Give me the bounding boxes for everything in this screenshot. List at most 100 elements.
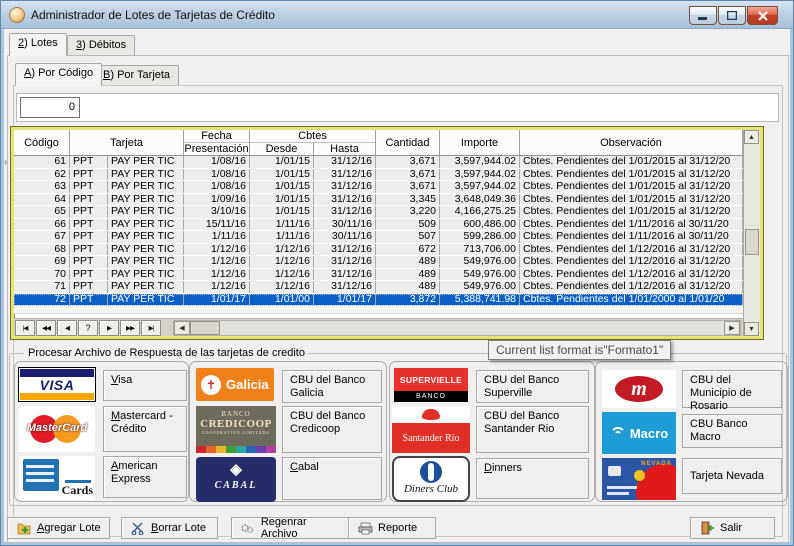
cell-tarjeta: PAY PER TIC bbox=[108, 256, 184, 268]
mastercard-logo: MasterCard bbox=[19, 406, 95, 452]
scroll-right-icon[interactable]: ▶ bbox=[724, 321, 740, 335]
tab-lotes[interactable]: 2) Lotes bbox=[9, 33, 67, 56]
borrar-lote-button[interactable]: Borrar Lote bbox=[121, 517, 218, 539]
tarjeta-nevada-button[interactable]: Tarjeta Nevada bbox=[682, 458, 782, 494]
table-row[interactable]: 68PPTPAY PER TIC1/12/161/12/1631/12/1667… bbox=[14, 244, 743, 257]
cell-fecha: 1/08/16 bbox=[184, 169, 250, 181]
cell-observacion: Cbtes. Pendientes del 1/01/2015 al 31/12… bbox=[520, 194, 743, 206]
cell-cantidad: 672 bbox=[376, 244, 440, 256]
tab-debitos[interactable]: 3) Débitos bbox=[67, 35, 135, 56]
header-desde[interactable]: Desde bbox=[250, 143, 314, 155]
minimize-button[interactable] bbox=[689, 6, 717, 25]
nav-first-button[interactable]: |◀ bbox=[15, 320, 35, 336]
header-tarjeta[interactable]: Tarjeta bbox=[70, 130, 184, 155]
scroll-up-icon[interactable]: ▲ bbox=[744, 130, 759, 144]
scroll-down-icon[interactable]: ▼ bbox=[744, 322, 759, 336]
header-fecha-presentacion[interactable]: Fecha Presentación bbox=[184, 130, 250, 155]
nav-search-button[interactable]: ? bbox=[78, 320, 98, 336]
maximize-button[interactable] bbox=[718, 6, 746, 25]
cell-sigla: PPT bbox=[70, 269, 108, 281]
cell-observacion: Cbtes. Pendientes del 1/01/2015 al 31/12… bbox=[520, 206, 743, 218]
header-importe[interactable]: Importe bbox=[440, 130, 520, 155]
cbu-credicoop-button[interactable]: CBU del Banco Credicoop bbox=[282, 406, 382, 453]
american-express-button[interactable]: American Express bbox=[103, 456, 187, 498]
salir-button[interactable]: Salir bbox=[690, 517, 775, 539]
cell-tarjeta: PAY PER TIC bbox=[108, 206, 184, 218]
cbu-superville-button[interactable]: CBU del Banco Superville bbox=[476, 370, 589, 403]
table-row[interactable]: 63PPTPAY PER TIC1/08/161/01/1531/12/163,… bbox=[14, 181, 743, 194]
cell-fecha: 1/09/16 bbox=[184, 194, 250, 206]
agregar-lote-button[interactable]: Agregar Lote bbox=[7, 517, 110, 539]
cell-sigla: PPT bbox=[70, 194, 108, 206]
cbu-galicia-button[interactable]: CBU del Banco Galicia bbox=[282, 370, 382, 403]
vertical-scroll-thumb[interactable] bbox=[745, 229, 759, 255]
cell-desde: 1/12/16 bbox=[250, 244, 314, 256]
table-row-selected[interactable]: 72PPTPAY PER TIC1/01/171/01/001/01/173,8… bbox=[14, 294, 743, 307]
visa-button[interactable]: Visa bbox=[103, 370, 187, 401]
header-cbtes[interactable]: Cbtes Desde Hasta bbox=[250, 130, 376, 155]
nav-fast-prev-button[interactable]: ◀◀ bbox=[36, 320, 56, 336]
cell-desde: 1/01/15 bbox=[250, 169, 314, 181]
cell-importe: 713,706.00 bbox=[440, 244, 520, 256]
cell-sigla: PPT bbox=[70, 281, 108, 293]
vertical-scroll-track[interactable] bbox=[744, 144, 760, 322]
table-row[interactable]: 64PPTPAY PER TIC1/09/161/01/1531/12/163,… bbox=[14, 194, 743, 207]
tab-por-codigo-label: ) Por Código bbox=[31, 67, 93, 79]
cell-fecha: 1/08/16 bbox=[184, 181, 250, 193]
tab-por-tarjeta[interactable]: B) Por Tarjeta bbox=[94, 65, 179, 86]
cell-cantidad: 3,345 bbox=[376, 194, 440, 206]
cell-hasta: 31/12/16 bbox=[314, 206, 376, 218]
cell-cantidad: 509 bbox=[376, 219, 440, 231]
cell-tarjeta: PAY PER TIC bbox=[108, 294, 184, 306]
dinners-button[interactable]: Dinners bbox=[476, 458, 589, 499]
nav-last-button[interactable]: ▶| bbox=[141, 320, 161, 336]
tab-por-codigo[interactable]: A) Por Código bbox=[15, 63, 102, 86]
table-row[interactable]: 61PPTPAY PER TIC1/08/161/01/1531/12/163,… bbox=[14, 156, 743, 169]
grid-main: Código Tarjeta Fecha Presentación Cbtes … bbox=[14, 130, 743, 336]
cell-sigla: PPT bbox=[70, 169, 108, 181]
cell-tarjeta: PAY PER TIC bbox=[108, 281, 184, 293]
regenerar-label: Regenrar Archivo bbox=[261, 516, 345, 540]
mastercard-button[interactable]: Mastercard - Crédito bbox=[103, 406, 187, 452]
header-observacion[interactable]: Observación bbox=[520, 130, 743, 155]
horizontal-scrollbar[interactable]: ◀ ▶ bbox=[173, 320, 741, 336]
banco-credicoop-logo: BANCO CREDICOOP COOPERATIVO LIMITADO bbox=[196, 406, 276, 453]
cell-importe: 600,486.00 bbox=[440, 219, 520, 231]
cell-fecha: 1/12/16 bbox=[184, 244, 250, 256]
scroll-left-icon[interactable]: ◀ bbox=[174, 321, 190, 335]
table-row[interactable]: 71PPTPAY PER TIC1/12/161/12/1631/12/1648… bbox=[14, 281, 743, 294]
table-row[interactable]: 65PPTPAY PER TIC3/10/161/01/1531/12/163,… bbox=[14, 206, 743, 219]
title-bar[interactable]: Administrador de Lotes de Tarjetas de Cr… bbox=[1, 1, 793, 29]
regenerar-archivo-button[interactable]: Regenrar Archivo bbox=[231, 517, 354, 539]
header-hasta[interactable]: Hasta bbox=[314, 143, 375, 155]
header-cantidad[interactable]: Cantidad bbox=[376, 130, 440, 155]
table-row[interactable]: 66PPTPAY PER TIC15/11/161/11/1630/11/165… bbox=[14, 219, 743, 232]
nav-next-button[interactable]: ▶ bbox=[99, 320, 119, 336]
nav-fast-next-button[interactable]: ▶▶ bbox=[120, 320, 140, 336]
table-row[interactable]: 69PPTPAY PER TIC1/12/161/12/1631/12/1648… bbox=[14, 256, 743, 269]
codigo-filter-input[interactable]: 0 bbox=[20, 97, 80, 118]
cbu-galicia-label: CBU del Banco Galicia bbox=[290, 374, 365, 399]
process-group: Procesar Archivo de Respuesta de las tar… bbox=[9, 353, 787, 506]
cell-codigo: 62 bbox=[14, 169, 70, 181]
cbu-santander-rio-button[interactable]: CBU del Banco Santander Rio bbox=[476, 406, 589, 453]
reporte-button[interactable]: Reporte bbox=[348, 517, 436, 539]
cbu-municipio-rosario-button[interactable]: CBU del Municipio de Rosario bbox=[682, 370, 782, 408]
credicoop-text-name: CREDICOOP bbox=[200, 418, 272, 430]
table-row[interactable]: 67PPTPAY PER TIC1/11/161/11/1630/11/1650… bbox=[14, 231, 743, 244]
cell-codigo: 68 bbox=[14, 244, 70, 256]
cell-cantidad: 3,220 bbox=[376, 206, 440, 218]
cell-fecha: 1/12/16 bbox=[184, 269, 250, 281]
nav-prev-button[interactable]: ◀ bbox=[57, 320, 77, 336]
cbu-banco-macro-button[interactable]: CBU Banco Macro bbox=[682, 414, 782, 448]
header-codigo[interactable]: Código bbox=[14, 130, 70, 155]
cabal-button[interactable]: Cabal bbox=[282, 457, 382, 500]
horizontal-scroll-thumb[interactable] bbox=[190, 321, 220, 335]
vertical-scrollbar[interactable]: ▲ ▼ bbox=[743, 130, 760, 336]
cell-importe: 3,648,049.36 bbox=[440, 194, 520, 206]
table-row[interactable]: 62PPTPAY PER TIC1/08/161/01/1531/12/163,… bbox=[14, 169, 743, 182]
close-button[interactable] bbox=[747, 6, 778, 25]
salir-label: Salir bbox=[720, 522, 742, 534]
table-row[interactable]: 70PPTPAY PER TIC1/12/161/12/1631/12/1648… bbox=[14, 269, 743, 282]
cell-sigla: PPT bbox=[70, 206, 108, 218]
